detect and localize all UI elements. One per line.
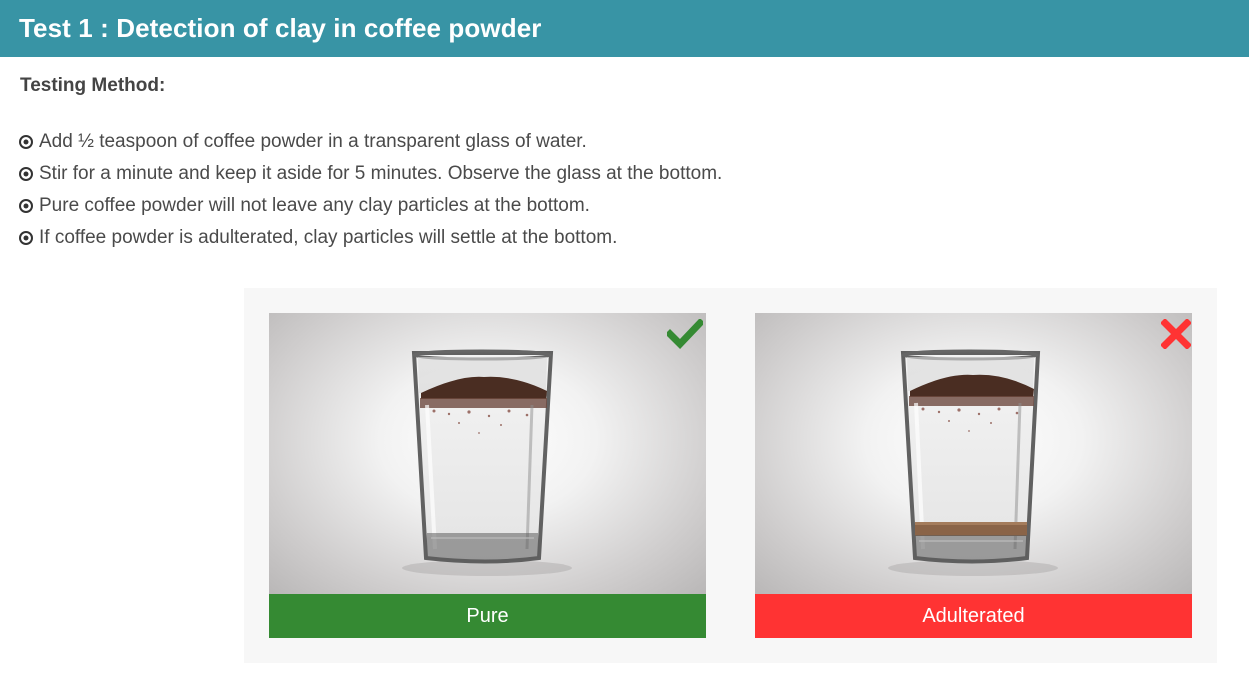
step-item: Pure coffee powder will not leave any cl… [19,190,722,222]
radio-bullet-icon [19,199,33,213]
step-text: Add ½ teaspoon of coffee powder in a tra… [39,131,587,152]
page-title: Test 1 : Detection of clay in coffee pow… [19,13,542,43]
step-text: If coffee powder is adulterated, clay pa… [39,227,618,248]
step-text: Pure coffee powder will not leave any cl… [39,195,590,216]
adulterated-caption: Adulterated [755,594,1192,638]
pure-caption: Pure [269,594,706,638]
results-panel: Pure Adulterated [244,288,1217,663]
step-text: Stir for a minute and keep it aside for … [39,163,723,184]
radio-bullet-icon [19,135,33,149]
steps-list: Add ½ teaspoon of coffee powder in a tra… [19,126,722,254]
step-item: Stir for a minute and keep it aside for … [19,158,722,190]
step-item: If coffee powder is adulterated, clay pa… [19,222,722,254]
radio-bullet-icon [19,231,33,245]
pure-result-card: Pure [269,313,706,638]
pure-glass-image [269,313,706,594]
checkmark-icon [667,319,703,349]
testing-method-label: Testing Method: [20,75,166,96]
page-header: Test 1 : Detection of clay in coffee pow… [0,0,1249,57]
radio-bullet-icon [19,167,33,181]
step-item: Add ½ teaspoon of coffee powder in a tra… [19,126,722,158]
cross-icon [1161,319,1191,349]
adulterated-result-card: Adulterated [755,313,1192,638]
adulterated-glass-image [755,313,1192,594]
